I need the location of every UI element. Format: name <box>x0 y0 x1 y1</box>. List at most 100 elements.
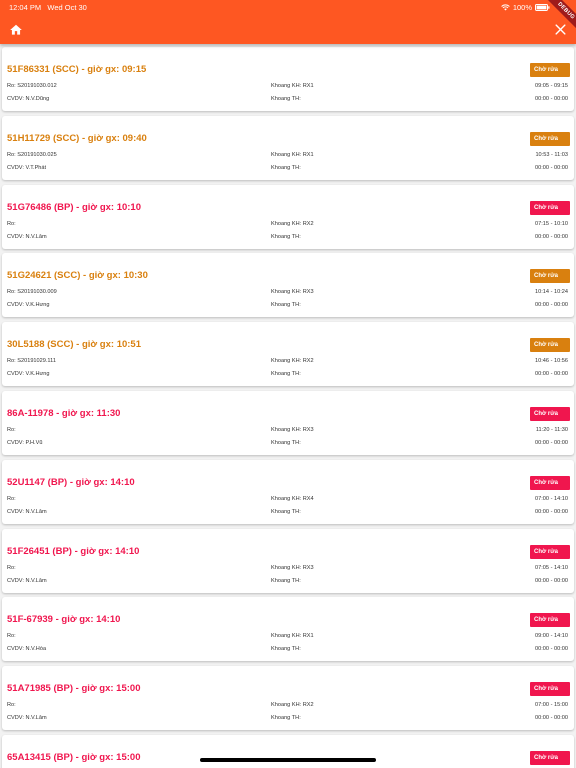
actual-time: 00:00 - 00:00 <box>535 164 568 171</box>
ro-number: Ro: S20191030.009 <box>7 289 57 296</box>
ro-number: Ro: <box>7 427 16 433</box>
actual-time: 00:00 - 00:00 <box>535 715 568 722</box>
status-badge[interactable]: Chờ rửa <box>530 338 570 353</box>
customer-bay: Khoang KH: RX1 <box>271 633 314 640</box>
status-badge[interactable]: Chờ rửa <box>530 269 570 284</box>
status-badge[interactable]: Chờ rửa <box>530 63 570 77</box>
actual-time: 00:00 - 00:00 <box>535 302 568 309</box>
status-badge[interactable]: Chờ rửa <box>530 131 570 146</box>
vehicle-title: 51H11729 (SCC) - giờ gx: 09:40 <box>7 132 147 144</box>
vehicle-card[interactable]: 51G76486 (BP) - giờ gx: 10:10 Chờ rửa Ro: K… <box>2 184 574 249</box>
actual-bay: Khoang TH: <box>271 233 301 240</box>
planned-time: 10:46 - 10:56 <box>535 358 568 365</box>
vehicle-card[interactable]: 51G24621 (SCC) - giờ gx: 10:30 Chờ rửa Ro:… <box>2 253 574 318</box>
status-badge[interactable]: Chờ rửa <box>530 407 570 421</box>
planned-time: 07:00 - 15:00 <box>535 702 568 709</box>
status-badge[interactable]: Chờ rửa <box>530 751 570 765</box>
advisor-name: CVDV: V.K.Hưng <box>7 302 50 309</box>
actual-time: 00:00 - 00:00 <box>535 440 568 446</box>
status-badge[interactable]: Chờ rửa <box>530 475 570 490</box>
vehicle-card[interactable]: 30L5188 (SCC) - giờ gx: 10:51 Chờ rửa Ro: … <box>2 322 574 387</box>
advisor-name: CVDV: N.V.Dũng <box>7 96 50 102</box>
advisor-name: CVDV: P.H.Vũ <box>7 440 43 446</box>
vehicle-card[interactable]: 51F26451 (BP) - giờ gx: 14:10 Chờ rửa Ro: K… <box>2 528 574 593</box>
planned-time: 10:14 - 10:24 <box>535 289 568 296</box>
vehicle-title: 30L5188 (SCC) - giờ gx: 10:51 <box>7 339 141 351</box>
customer-bay: Khoang KH: RX1 <box>271 83 314 89</box>
status-badge[interactable]: Chờ rửa <box>530 682 570 697</box>
vehicle-card[interactable]: 65A13415 (BP) - giờ gx: 15:00 Chờ rửa <box>2 735 574 768</box>
ro-number: Ro: S20191030.012 <box>7 83 57 89</box>
vehicle-title: 51F86331 (SCC) - giờ gx: 09:15 <box>7 64 147 75</box>
customer-bay: Khoang KH: RX4 <box>271 495 314 502</box>
home-icon[interactable] <box>9 23 23 37</box>
vehicle-card[interactable]: 51F-67939 - giờ gx: 14:10 Chờ rửa Ro: Khoan… <box>2 597 574 662</box>
actual-bay: Khoang TH: <box>271 646 301 653</box>
status-badge[interactable]: Chờ rửa <box>530 544 570 559</box>
vehicle-title: 86A-11978 - giờ gx: 11:30 <box>7 408 121 419</box>
actual-time: 00:00 - 00:00 <box>535 371 568 378</box>
planned-time: 07:15 - 10:10 <box>535 220 568 227</box>
customer-bay: Khoang KH: RX3 <box>271 564 314 571</box>
actual-bay: Khoang TH: <box>271 440 301 446</box>
vehicle-title: 51G76486 (BP) - giờ gx: 10:10 <box>7 201 142 213</box>
battery-icon <box>535 4 550 11</box>
planned-time: 09:05 - 09:15 <box>535 83 568 89</box>
actual-time: 00:00 - 00:00 <box>535 508 568 515</box>
advisor-name: CVDV: N.V.Lâm <box>7 577 47 584</box>
close-icon[interactable] <box>554 23 567 36</box>
ro-number: Ro: S20191029.111 <box>7 358 56 365</box>
status-badge[interactable]: Chờ rửa <box>530 613 570 628</box>
ro-number: Ro: <box>7 702 16 709</box>
vehicle-card[interactable]: 51A71985 (BP) - giờ gx: 15:00 Chờ rửa Ro: K… <box>2 666 574 731</box>
ro-number: Ro: <box>7 564 16 571</box>
vehicle-card[interactable]: 52U1147 (BP) - giờ gx: 14:10 Chờ rửa Ro: Kh… <box>2 459 574 524</box>
advisor-name: CVDV: V.K.Hưng <box>7 371 50 378</box>
advisor-name: CVDV: N.V.Hòa <box>7 646 47 653</box>
customer-bay: Khoang KH: RX2 <box>271 702 314 709</box>
actual-time: 00:00 - 00:00 <box>535 96 568 102</box>
actual-time: 00:00 - 00:00 <box>535 577 568 584</box>
status-badge[interactable]: Chờ rửa <box>530 200 570 215</box>
actual-bay: Khoang TH: <box>271 371 301 378</box>
planned-time: 10:53 - 11:03 <box>535 151 568 158</box>
planned-time: 07:00 - 14:10 <box>535 495 568 502</box>
vehicle-title: 51F26451 (BP) - giờ gx: 14:10 <box>7 545 140 557</box>
actual-bay: Khoang TH: <box>271 302 301 309</box>
vehicle-title: 52U1147 (BP) - giờ gx: 14:10 <box>7 476 135 488</box>
customer-bay: Khoang KH: RX2 <box>271 220 314 227</box>
vehicle-card[interactable]: 51F86331 (SCC) - giờ gx: 09:15 Chờ rửa Ro:… <box>2 47 574 111</box>
customer-bay: Khoang KH: RX3 <box>271 427 314 433</box>
advisor-name: CVDV: V.T.Phát <box>7 164 47 171</box>
actual-bay: Khoang TH: <box>271 577 301 584</box>
status-bar: 12:04 PM Wed Oct 30 100% <box>0 0 576 14</box>
vehicle-card[interactable]: 86A-11978 - giờ gx: 11:30 Chờ rửa Ro: Khoan… <box>2 391 574 455</box>
actual-time: 00:00 - 00:00 <box>535 233 568 240</box>
customer-bay: Khoang KH: RX3 <box>271 289 314 296</box>
vehicle-title: 51A71985 (BP) - giờ gx: 15:00 <box>7 683 141 695</box>
planned-time: 07:05 - 14:10 <box>535 564 568 571</box>
actual-time: 00:00 - 00:00 <box>535 646 568 653</box>
advisor-name: CVDV: N.V.Lâm <box>7 715 47 722</box>
ro-number: Ro: <box>7 220 16 227</box>
actual-bay: Khoang TH: <box>271 96 301 102</box>
planned-time: 11:20 - 11:30 <box>535 427 568 433</box>
actual-bay: Khoang TH: <box>271 715 301 722</box>
actual-bay: Khoang TH: <box>271 164 301 171</box>
wifi-icon <box>501 4 510 11</box>
vehicle-title: 51G24621 (SCC) - giờ gx: 10:30 <box>7 270 148 282</box>
customer-bay: Khoang KH: RX1 <box>271 151 314 158</box>
actual-bay: Khoang TH: <box>271 508 301 515</box>
planned-time: 09:00 - 14:10 <box>535 633 568 640</box>
status-indicators: 100% <box>501 3 550 12</box>
app-header: 12:04 PM Wed Oct 30 100% <box>0 0 576 44</box>
advisor-name: CVDV: N.V.Lâm <box>7 508 47 515</box>
vehicle-card[interactable]: 51H11729 (SCC) - giờ gx: 09:40 Chờ rửa Ro:… <box>2 115 574 180</box>
ro-number: Ro: <box>7 633 16 640</box>
home-indicator[interactable] <box>200 758 376 762</box>
vehicle-title: 65A13415 (BP) - giờ gx: 15:00 <box>7 752 141 763</box>
battery-percent: 100% <box>512 3 532 12</box>
customer-bay: Khoang KH: RX2 <box>271 358 314 365</box>
ro-number: Ro: S20191030.025 <box>7 151 57 158</box>
ro-number: Ro: <box>7 495 16 502</box>
